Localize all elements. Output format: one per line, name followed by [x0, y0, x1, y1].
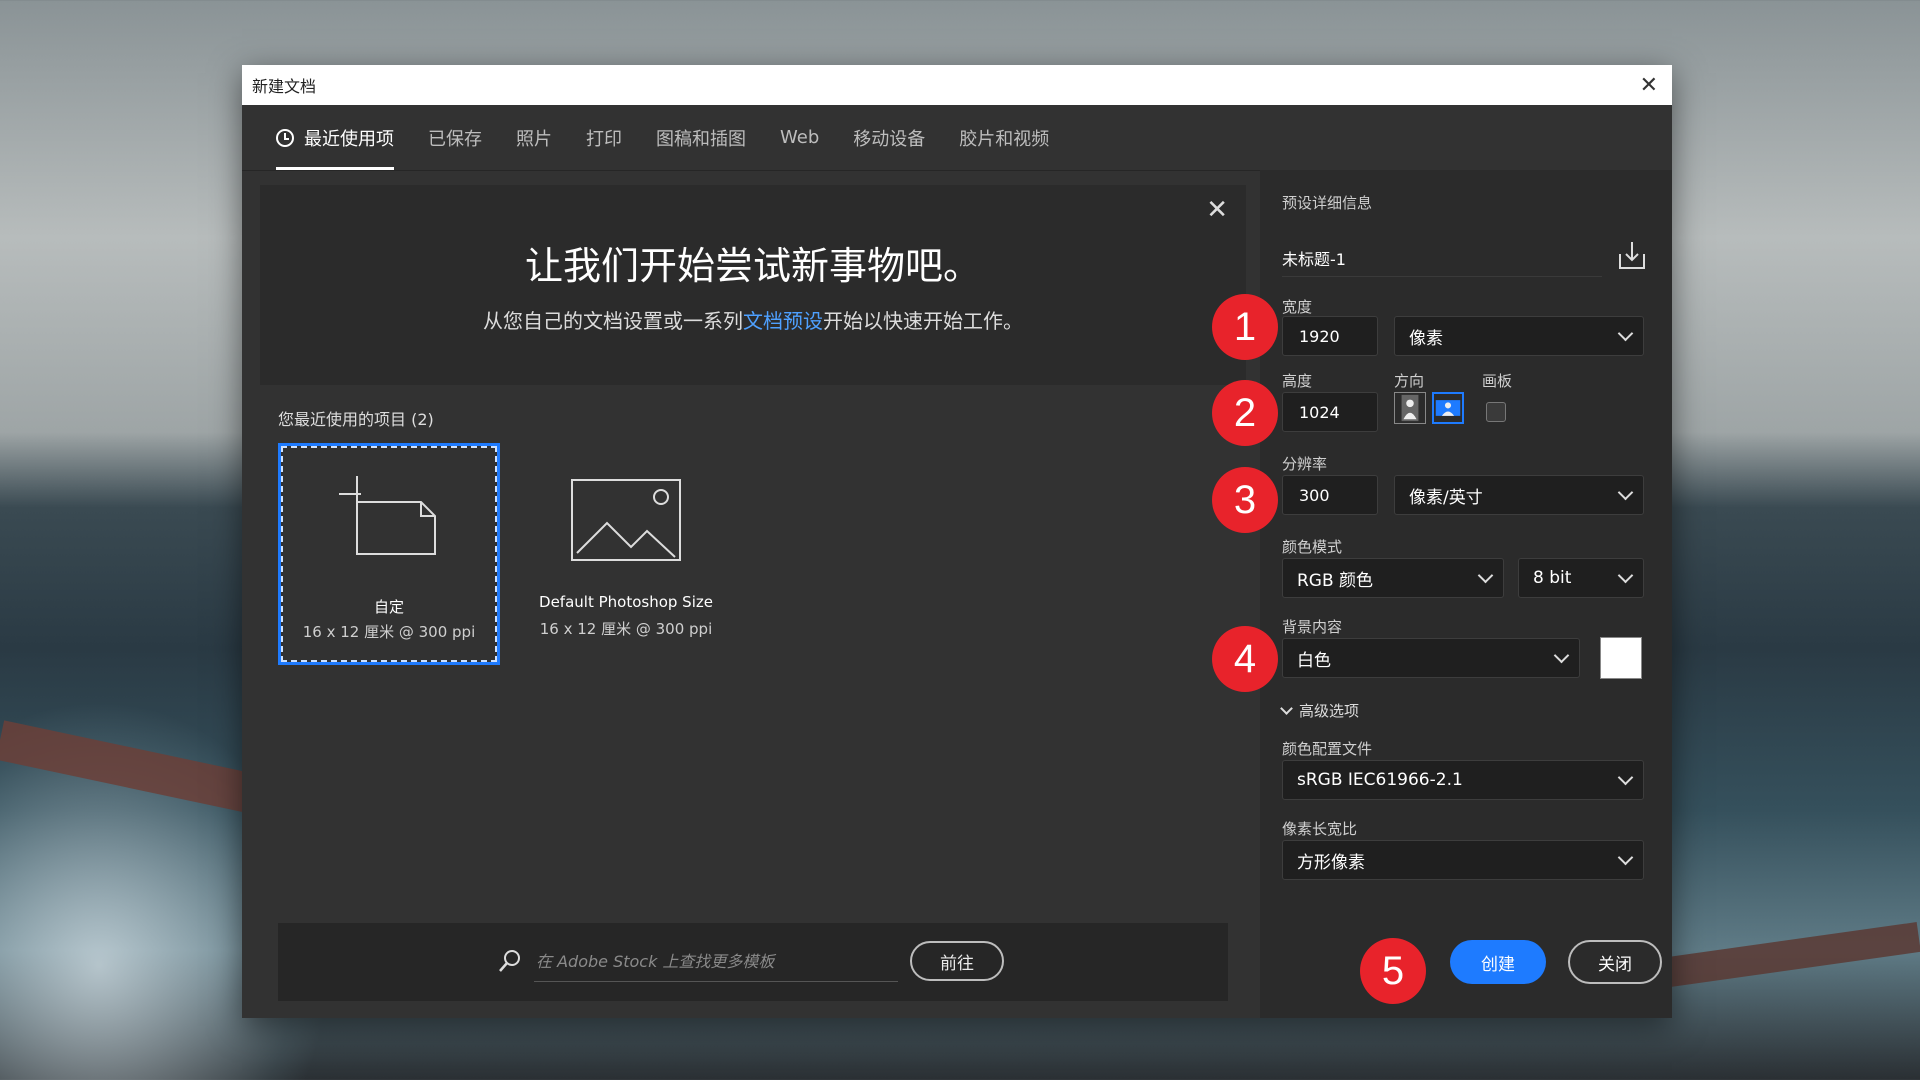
chevron-down-icon: [1617, 325, 1634, 342]
bit-depth-select[interactable]: 8 bit: [1518, 558, 1644, 598]
tab-recent[interactable]: 最近使用项: [276, 105, 394, 170]
tab-web[interactable]: Web: [780, 105, 819, 170]
close-icon[interactable]: ✕: [1636, 73, 1662, 98]
bit-depth-value: 8 bit: [1533, 568, 1572, 588]
color-mode-value: RGB 颜色: [1297, 570, 1374, 591]
chevron-down-icon: [1617, 484, 1634, 501]
width-input[interactable]: 1920: [1282, 316, 1378, 356]
save-preset-icon[interactable]: [1616, 240, 1648, 272]
clock-icon: [276, 128, 294, 147]
chevron-down-icon: [1617, 567, 1634, 584]
step-badge-4: 4: [1212, 626, 1278, 692]
create-button[interactable]: 创建: [1450, 940, 1546, 984]
adobe-stock-search-bar: 前往: [278, 923, 1228, 1001]
orientation-label: 方向: [1394, 372, 1425, 390]
pixel-aspect-select[interactable]: 方形像素: [1282, 840, 1644, 880]
card-subtitle: 16 x 12 厘米 @ 300 ppi: [302, 623, 476, 641]
search-icon: [499, 950, 520, 972]
width-unit-value: 像素: [1409, 328, 1443, 349]
new-document-dialog: 新建文档 ✕ 最近使用项 已保存 照片 打印 图稿和插图 Web 移动设备 胶片…: [242, 65, 1672, 1018]
tab-saved[interactable]: 已保存: [428, 105, 482, 170]
step-badge-5: 5: [1360, 938, 1426, 1004]
document-name-field[interactable]: 未标题-1: [1282, 240, 1602, 277]
color-mode-label: 颜色模式: [1282, 538, 1343, 556]
background-select[interactable]: 白色: [1282, 638, 1580, 678]
advanced-options-label: 高级选项: [1299, 702, 1360, 720]
title-bar: 新建文档 ✕: [242, 65, 1672, 105]
chevron-down-icon: [1280, 702, 1293, 715]
welcome-banner: ✕ 让我们开始尝试新事物吧。 从您自己的文档设置或一系列文档预设开始以快速开始工…: [260, 185, 1246, 385]
pixel-aspect-label: 像素长宽比: [1282, 820, 1358, 838]
tab-art-illustration[interactable]: 图稿和插图: [656, 105, 746, 170]
step-badge-1: 1: [1212, 294, 1278, 360]
stock-search-input[interactable]: [534, 941, 898, 982]
background-rail-right: [1659, 922, 1920, 988]
dialog-title: 新建文档: [252, 77, 317, 96]
banner-close-icon[interactable]: ✕: [1206, 195, 1228, 225]
step-badge-2: 2: [1212, 380, 1278, 446]
landscape-orientation-icon[interactable]: [1432, 392, 1464, 424]
color-profile-value: sRGB IEC61966-2.1: [1297, 770, 1463, 790]
artboard-label: 画板: [1482, 372, 1513, 390]
banner-sub-before: 从您自己的文档设置或一系列: [483, 309, 743, 333]
recent-items-heading: 您最近使用的项目 (2): [278, 410, 434, 429]
new-document-icon: [339, 476, 436, 555]
card-subtitle: 16 x 12 厘米 @ 300 ppi: [539, 620, 713, 638]
recent-panel: ✕ 让我们开始尝试新事物吧。 从您自己的文档设置或一系列文档预设开始以快速开始工…: [260, 185, 1246, 1003]
advanced-options-toggle[interactable]: 高级选项: [1280, 700, 1360, 721]
color-profile-label: 颜色配置文件: [1282, 740, 1373, 758]
color-mode-select[interactable]: RGB 颜色: [1282, 558, 1504, 598]
banner-sub-after: 开始以快速开始工作。: [823, 309, 1023, 333]
background-color-swatch[interactable]: [1600, 637, 1642, 679]
resolution-label: 分辨率: [1282, 455, 1328, 473]
width-label: 宽度: [1282, 298, 1313, 316]
category-tabs: 最近使用项 已保存 照片 打印 图稿和插图 Web 移动设备 胶片和视频: [242, 105, 1672, 171]
chevron-down-icon: [1553, 647, 1570, 664]
card-title: 自定: [373, 598, 404, 616]
background-label: 背景内容: [1282, 618, 1343, 636]
tab-mobile[interactable]: 移动设备: [853, 105, 925, 170]
banner-subtext: 从您自己的文档设置或一系列文档预设开始以快速开始工作。: [260, 305, 1246, 334]
step-badge-3: 3: [1212, 467, 1278, 533]
tab-label: 最近使用项: [304, 128, 394, 150]
banner-heading: 让我们开始尝试新事物吧。: [524, 244, 981, 288]
height-input[interactable]: 1024: [1282, 392, 1378, 432]
resolution-input[interactable]: 300: [1282, 475, 1378, 515]
chevron-down-icon: [1477, 567, 1494, 584]
tab-print[interactable]: 打印: [586, 105, 622, 170]
portrait-orientation-icon[interactable]: [1394, 392, 1426, 424]
preset-details-label: 预设详细信息: [1282, 194, 1373, 212]
chevron-down-icon: [1617, 849, 1634, 866]
card-title: Default Photoshop Size: [539, 593, 713, 611]
resolution-unit-value: 像素/英寸: [1409, 487, 1483, 508]
resolution-unit-select[interactable]: 像素/英寸: [1394, 475, 1644, 515]
recent-item-custom[interactable]: 自定 16 x 12 厘米 @ 300 ppi: [278, 443, 500, 665]
tab-film-video[interactable]: 胶片和视频: [959, 105, 1049, 170]
preset-details-panel: 预设详细信息 未标题-1 宽度 1920 像素 高度 方向 画板 1024 分辨…: [1260, 170, 1672, 1018]
image-icon: [571, 479, 681, 561]
tab-photo[interactable]: 照片: [516, 105, 552, 170]
go-button[interactable]: 前往: [910, 941, 1004, 981]
recent-item-default-photoshop[interactable]: Default Photoshop Size 16 x 12 厘米 @ 300 …: [515, 443, 737, 665]
chevron-down-icon: [1617, 769, 1634, 786]
artboard-checkbox[interactable]: [1486, 402, 1506, 422]
color-profile-select[interactable]: sRGB IEC61966-2.1: [1282, 760, 1644, 800]
width-unit-select[interactable]: 像素: [1394, 316, 1644, 356]
height-label: 高度: [1282, 372, 1313, 390]
background-value: 白色: [1297, 650, 1331, 671]
document-presets-link[interactable]: 文档预设: [743, 309, 823, 333]
pixel-aspect-value: 方形像素: [1297, 852, 1365, 873]
close-button[interactable]: 关闭: [1568, 940, 1662, 984]
